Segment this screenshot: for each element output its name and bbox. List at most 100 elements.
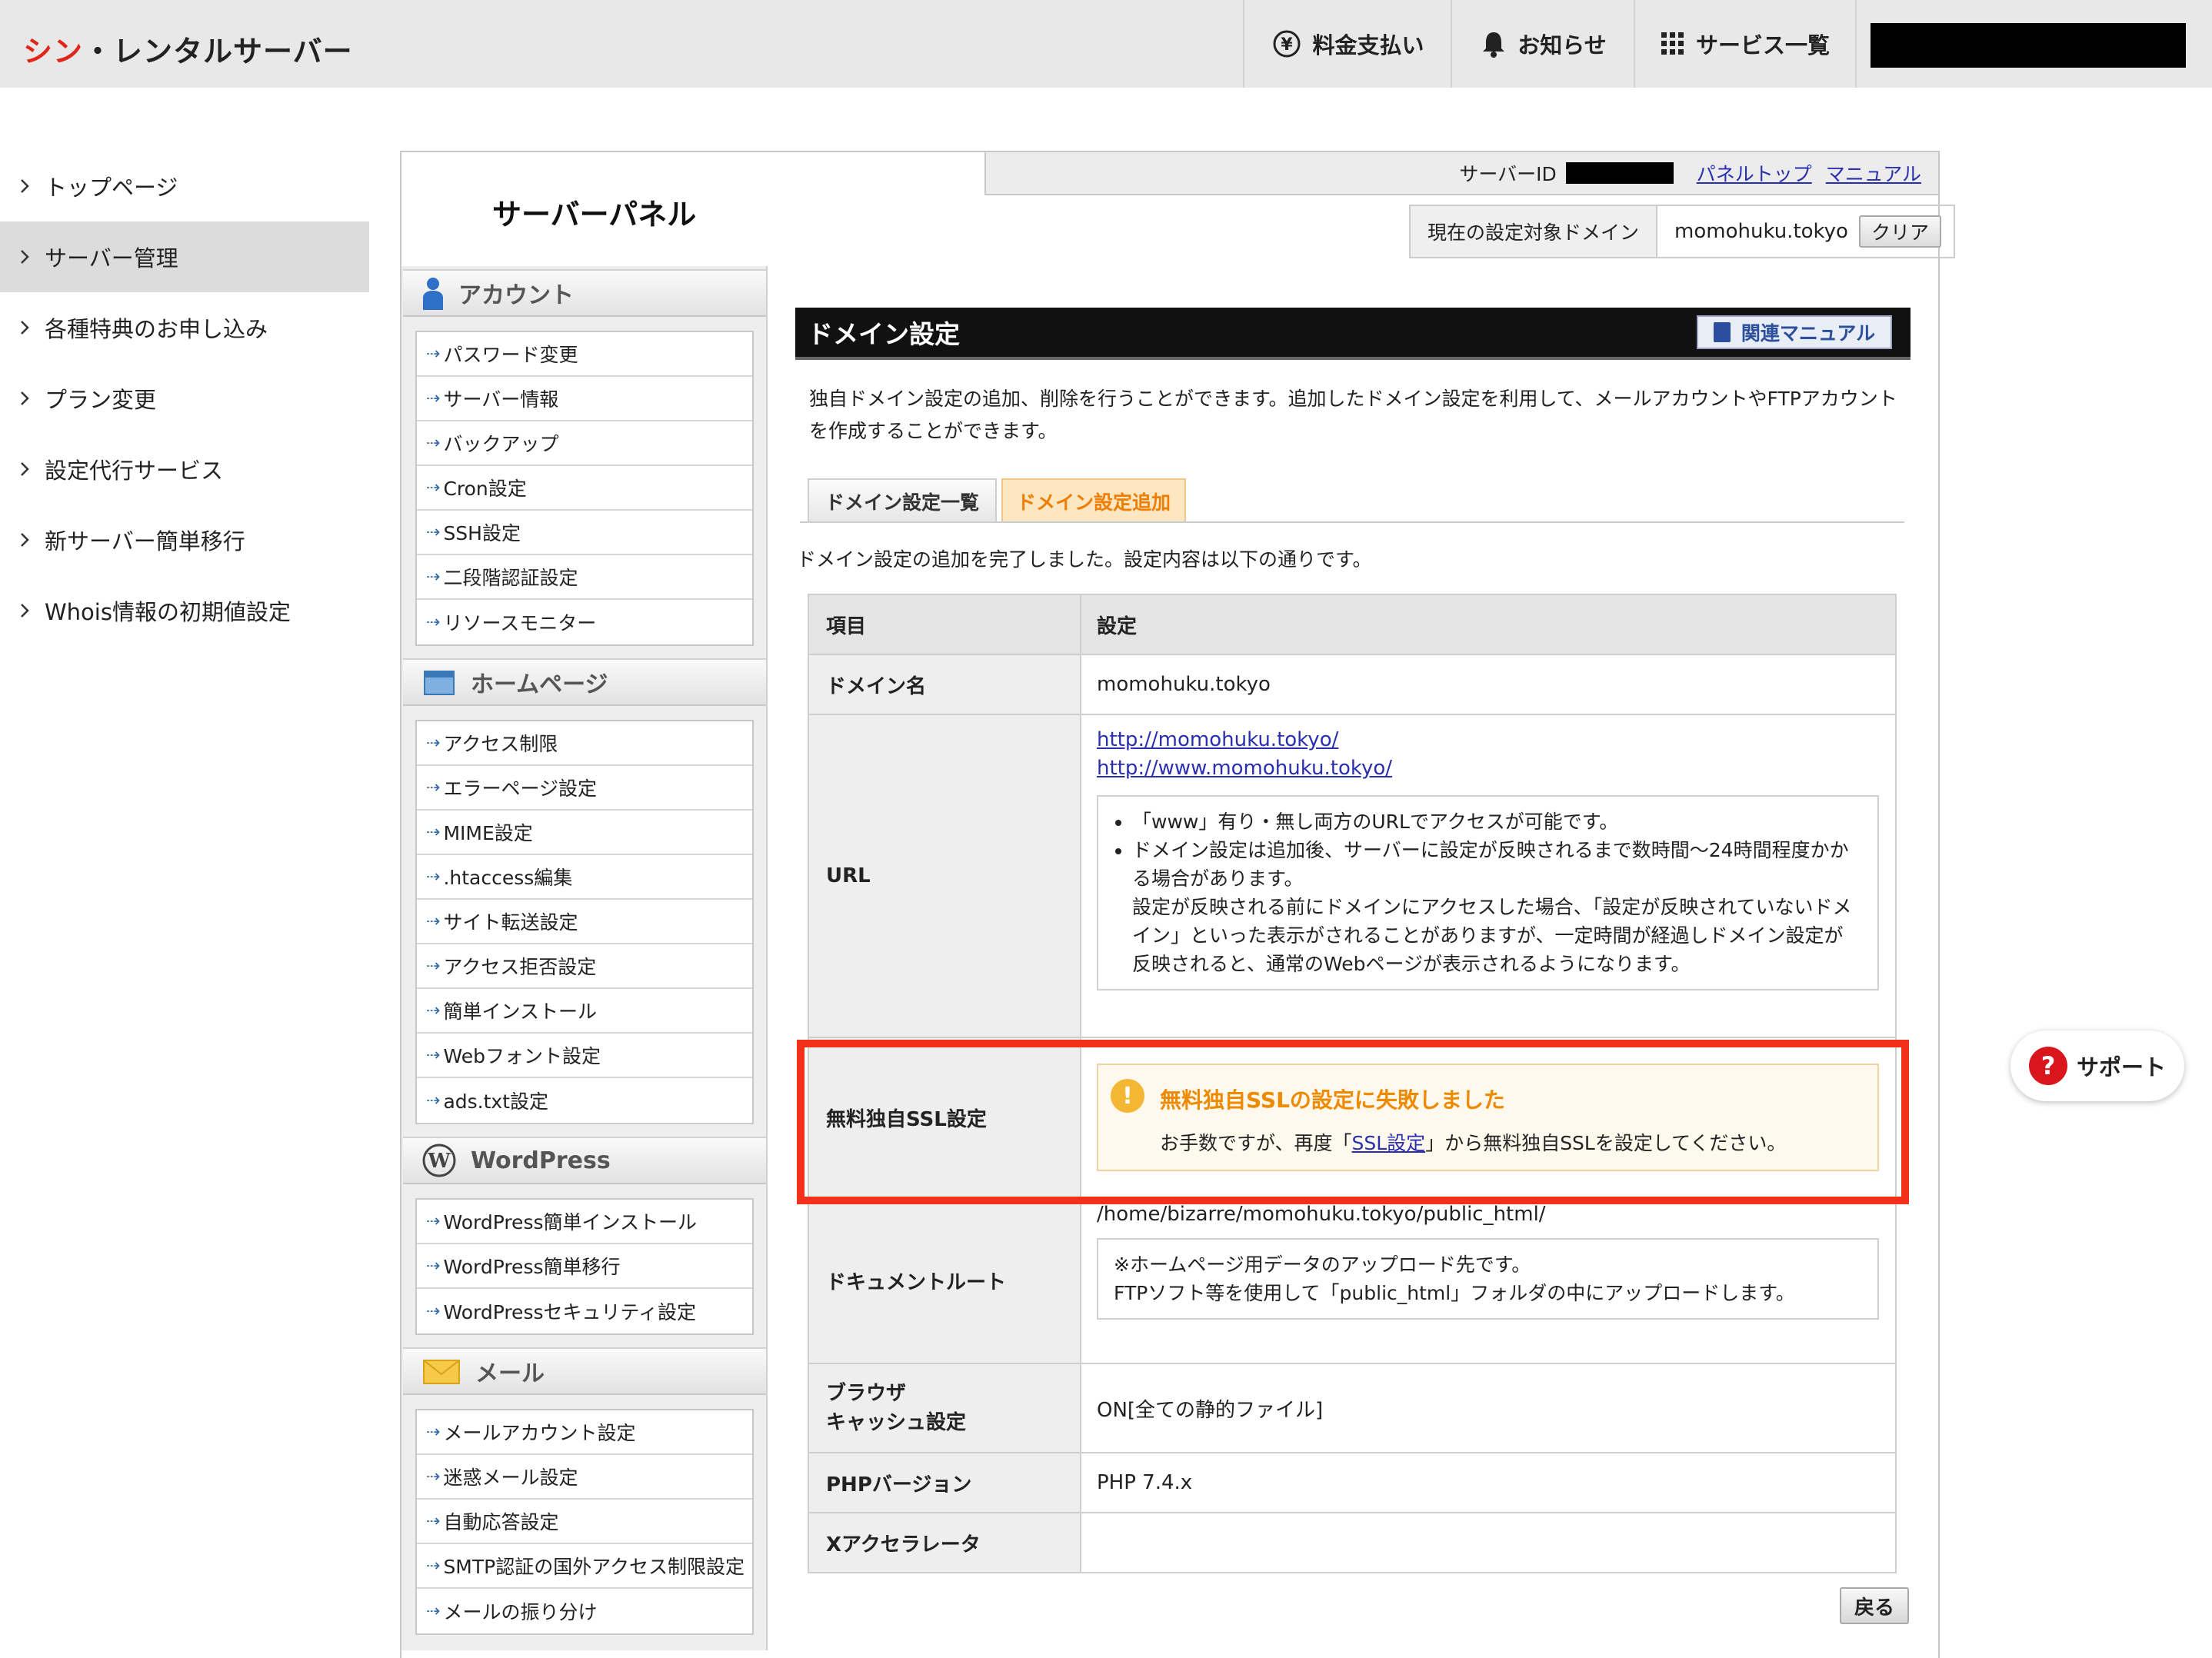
row-label: PHPバージョン — [808, 1452, 1081, 1513]
nav-news[interactable]: お知らせ — [1451, 0, 1635, 88]
chevron-right-icon — [20, 461, 29, 477]
leftnav-benefits[interactable]: 各種特典のお申し込み — [0, 292, 369, 363]
support-button[interactable]: ? サポート — [2010, 1030, 2184, 1101]
php-value: PHP 7.4.x — [1080, 1452, 1897, 1513]
arrow-icon: ⇢ — [426, 388, 441, 408]
page-title: ドメイン設定 — [808, 319, 960, 349]
menu-item[interactable]: ⇢ アクセス制限 — [417, 721, 752, 766]
row-label: ドキュメントルート — [808, 1197, 1081, 1364]
chevron-right-icon — [20, 249, 29, 265]
menu-item[interactable]: ⇢ サーバー情報 — [417, 377, 752, 421]
menu-item[interactable]: ⇢ WordPressセキュリティ設定 — [417, 1289, 752, 1333]
homepage-menu: ⇢ アクセス制限 ⇢ エラーページ設定 ⇢ MIME設定 ⇢ .htaccess編集 ⇢… — [415, 720, 754, 1124]
envelope-icon — [421, 1356, 461, 1387]
question-icon: ? — [2029, 1047, 2067, 1085]
tab-divider — [800, 521, 1904, 523]
tab-domain-list[interactable]: ドメイン設定一覧 — [808, 478, 997, 523]
menu-item[interactable]: ⇢ Cron設定 — [417, 466, 752, 511]
menu-item[interactable]: ⇢ サイト転送設定 — [417, 900, 752, 944]
menu-item[interactable]: ⇢ メールの振り分け — [417, 1589, 752, 1633]
menu-item[interactable]: ⇢ SSH設定 — [417, 511, 752, 555]
leftnav-setup-service[interactable]: 設定代行サービス — [0, 434, 369, 504]
menu-item[interactable]: ⇢ SMTP認証の国外アクセス制限設定 — [417, 1544, 752, 1589]
user-account-redacted[interactable] — [1871, 23, 2186, 68]
chevron-right-icon — [20, 532, 29, 548]
panel-title: サーバーパネル — [492, 198, 697, 231]
url-link[interactable]: http://momohuku.tokyo/ — [1097, 728, 1338, 751]
menu-item[interactable]: ⇢ Webフォント設定 — [417, 1034, 752, 1078]
menu-item[interactable]: ⇢ WordPress簡単インストール — [417, 1200, 752, 1244]
page-description: 独自ドメイン設定の追加、削除を行うことができます。追加したドメイン設定を利用して… — [809, 388, 1897, 442]
related-manual-button[interactable]: 関連マニュアル — [1697, 315, 1892, 349]
menu-item[interactable]: ⇢ リソースモニター — [417, 600, 752, 644]
bell-icon — [1481, 29, 1507, 58]
domain-value: momohuku.tokyo — [1080, 654, 1897, 715]
ssl-settings-link[interactable]: SSL設定 — [1352, 1132, 1426, 1154]
arrow-icon: ⇢ — [426, 822, 441, 842]
row-label: ブラウザ キャッシュ設定 — [808, 1363, 1081, 1453]
menu-item[interactable]: ⇢ アクセス拒否設定 — [417, 944, 752, 989]
leftnav-server-management[interactable]: サーバー管理 — [0, 221, 369, 292]
svg-text:W: W — [427, 1150, 451, 1173]
nav-payment[interactable]: ¥ 料金支払い — [1243, 0, 1452, 88]
completion-message: ドメイン設定の追加を完了しました。設定内容は以下の通りです。 — [797, 548, 1372, 571]
menu-item[interactable]: ⇢ MIME設定 — [417, 811, 752, 855]
menu-item[interactable]: ⇢ ads.txt設定 — [417, 1078, 752, 1123]
menu-item[interactable]: ⇢ WordPress簡単移行 — [417, 1244, 752, 1289]
menu-item[interactable]: ⇢ 迷惑メール設定 — [417, 1455, 752, 1500]
arrow-icon: ⇢ — [426, 478, 441, 498]
nav-services[interactable]: サービス一覧 — [1634, 0, 1857, 88]
menu-item[interactable]: ⇢ バックアップ — [417, 421, 752, 466]
arrow-icon: ⇢ — [426, 522, 441, 542]
ssl-error-message: お手数ですが、再度「SSL設定」から無料独自SSLを設定してください。 — [1160, 1132, 1787, 1154]
menu-item[interactable]: ⇢ 自動応答設定 — [417, 1500, 752, 1544]
docroot-note: ※ホームページ用データのアップロード先です。 FTPソフト等を使用して「publ… — [1097, 1238, 1879, 1320]
account-menu: ⇢ パスワード変更 ⇢ サーバー情報 ⇢ バックアップ ⇢ Cron設定 ⇢ SSH設定 … — [415, 331, 754, 646]
book-icon — [1713, 322, 1731, 342]
arrow-icon: ⇢ — [426, 867, 441, 887]
webpage-icon — [421, 667, 457, 697]
brand-logo[interactable]: シン・レンタルサーバー — [23, 28, 353, 70]
top-bar: シン・レンタルサーバー ¥ 料金支払い お知らせ サービス一覧 — [0, 0, 2212, 88]
manual-link[interactable]: マニュアル — [1826, 159, 1921, 187]
arrow-icon: ⇢ — [426, 1211, 441, 1231]
section-homepage: ホームページ — [403, 658, 766, 706]
wordpress-menu: ⇢ WordPress簡単インストール ⇢ WordPress簡単移行 ⇢ WordP… — [415, 1198, 754, 1335]
arrow-icon: ⇢ — [426, 1000, 441, 1020]
arrow-icon: ⇢ — [426, 612, 441, 632]
clear-button[interactable]: クリア — [1858, 215, 1941, 248]
ssl-error-title: 無料独自SSLの設定に失敗しました — [1160, 1087, 1505, 1113]
chevron-right-icon — [20, 320, 29, 335]
menu-item[interactable]: ⇢ パスワード変更 — [417, 332, 752, 377]
leftnav-plan-change[interactable]: プラン変更 — [0, 363, 369, 434]
tab-domain-add[interactable]: ドメイン設定追加 — [1001, 478, 1186, 523]
leftnav-whois-defaults[interactable]: Whois情報の初期値設定 — [0, 575, 369, 646]
arrow-icon: ⇢ — [426, 1601, 441, 1621]
row-label: Xアクセラレータ — [808, 1512, 1081, 1573]
leftnav-top-page[interactable]: トップページ — [0, 151, 369, 221]
arrow-icon: ⇢ — [426, 1422, 441, 1442]
arrow-icon: ⇢ — [426, 433, 441, 453]
arrow-icon: ⇢ — [426, 1556, 441, 1576]
menu-item[interactable]: ⇢ 簡単インストール — [417, 989, 752, 1034]
col-setting-header: 設定 — [1080, 594, 1897, 655]
menu-item[interactable]: ⇢ .htaccess編集 — [417, 855, 752, 900]
url-www-link[interactable]: http://www.momohuku.tokyo/ — [1097, 757, 1392, 780]
chevron-right-icon — [20, 178, 29, 194]
wordpress-icon: W — [421, 1143, 457, 1178]
menu-item[interactable]: ⇢ 二段階認証設定 — [417, 555, 752, 600]
section-wordpress: W WordPress — [403, 1137, 766, 1184]
panel-top-link[interactable]: パネルトップ — [1697, 159, 1812, 187]
current-domain-bar: 現在の設定対象ドメイン momohuku.tokyo クリア — [1409, 205, 1955, 258]
yen-icon: ¥ — [1272, 29, 1301, 58]
back-button[interactable]: 戻る — [1840, 1587, 1909, 1624]
leftnav-server-migration[interactable]: 新サーバー簡単移行 — [0, 504, 369, 575]
table-row: ドメイン名 momohuku.tokyo — [808, 654, 1897, 715]
menu-item[interactable]: ⇢ エラーページ設定 — [417, 766, 752, 811]
menu-item[interactable]: ⇢ メールアカウント設定 — [417, 1410, 752, 1455]
mail-menu: ⇢ メールアカウント設定 ⇢ 迷惑メール設定 ⇢ 自動応答設定 ⇢ SMTP認証の国外ア… — [415, 1409, 754, 1635]
cache-value: ON[全ての静的ファイル] — [1080, 1363, 1897, 1453]
arrow-icon: ⇢ — [426, 911, 441, 931]
arrow-icon: ⇢ — [426, 1511, 441, 1531]
arrow-icon: ⇢ — [426, 567, 441, 587]
